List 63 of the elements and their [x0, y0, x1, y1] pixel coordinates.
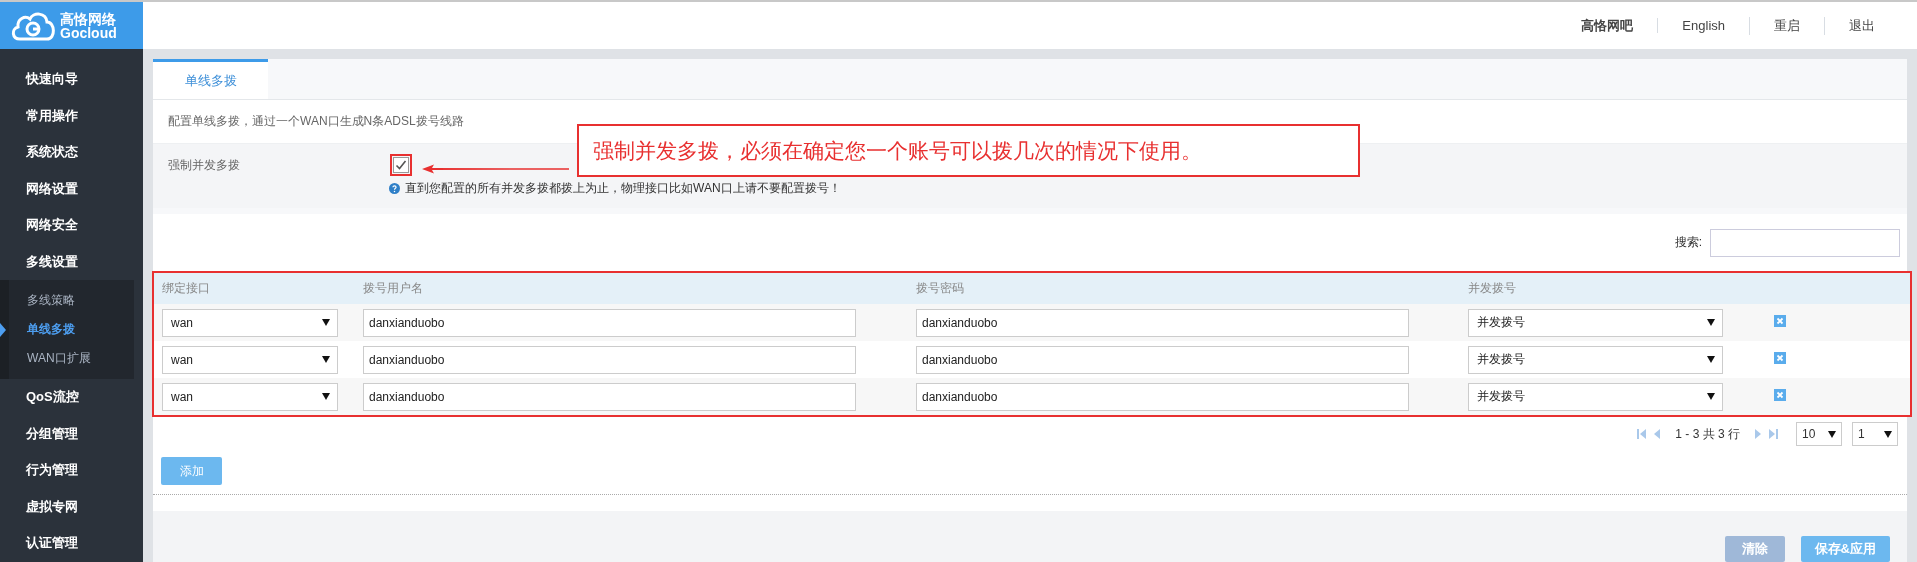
caret-icon	[322, 356, 330, 363]
header-link[interactable]: 重启	[1749, 16, 1824, 35]
logo-subtitle: Gocloud	[60, 25, 117, 40]
caret-icon	[1707, 356, 1715, 363]
dial-mode-select[interactable]: 并发拨号	[1468, 308, 1723, 337]
interface-select[interactable]: wan	[162, 382, 338, 411]
caret-icon	[1707, 319, 1715, 326]
interface-select[interactable]: wan	[162, 345, 338, 374]
column-header: 并发拨号	[1468, 280, 1517, 297]
last-page-icon[interactable]	[1769, 429, 1778, 439]
description-text: 配置单线多拨，通过一个WAN口生成N条ADSL拨号线路	[168, 113, 464, 130]
interface-select[interactable]: wan	[162, 308, 338, 337]
page-summary: 1 - 3 共 3 行	[1675, 425, 1740, 443]
page-select[interactable]: 1	[1852, 422, 1898, 446]
sidebar-item[interactable]: 系统状态	[0, 134, 143, 171]
annotation-callout: 强制并发多拨，必须在确定您一个账号可以拨几次的情况下使用。	[577, 124, 1360, 177]
caret-icon	[0, 323, 6, 337]
delete-icon[interactable]	[1774, 352, 1786, 364]
caret-icon	[1884, 430, 1892, 438]
dial-mode-select[interactable]: 并发拨号	[1468, 345, 1723, 374]
account-name[interactable]: 高恪网吧	[1557, 16, 1658, 35]
username-field[interactable]: danxianduobo	[363, 382, 856, 411]
submenu-item[interactable]: 多线策略	[9, 286, 134, 315]
password-field[interactable]: danxianduobo	[916, 308, 1409, 337]
sidebar-item[interactable]: 网络设置	[0, 170, 143, 207]
hint-text: 直到您配置的所有并发多拨都拨上为止，物理接口比如WAN口上请不要配置拨号！	[405, 180, 841, 197]
sidebar-item[interactable]: 认证管理	[0, 525, 143, 562]
page-size-select[interactable]: 10	[1796, 422, 1842, 446]
caret-icon	[322, 393, 330, 400]
tab[interactable]: 单线多拨	[153, 59, 268, 99]
password-field[interactable]: danxianduobo	[916, 345, 1409, 374]
column-header: 绑定接口	[162, 280, 211, 297]
field-label: 强制并发多拨	[168, 157, 241, 174]
previous-page-icon[interactable]	[1652, 429, 1662, 439]
sidebar-item[interactable]: 多线设置	[0, 243, 143, 280]
dial-mode-select[interactable]: 并发拨号	[1468, 382, 1723, 411]
column-header: 拨号密码	[916, 280, 965, 297]
sidebar-item[interactable]: 网络安全	[0, 207, 143, 244]
caret-icon	[1828, 430, 1836, 438]
caret-icon	[1707, 393, 1715, 400]
sidebar-item[interactable]: 分组管理	[0, 415, 143, 452]
logo-name: 高恪网络	[60, 11, 117, 26]
delete-icon[interactable]	[1774, 389, 1786, 401]
username-field[interactable]: danxianduobo	[363, 345, 856, 374]
help-icon	[389, 183, 400, 194]
password-field[interactable]: danxianduobo	[916, 382, 1409, 411]
sidebar-item[interactable]: QoS流控	[0, 379, 143, 416]
header-link[interactable]: 退出	[1824, 16, 1899, 35]
caret-icon	[322, 319, 330, 326]
submenu-item[interactable]: WAN口扩展	[9, 344, 134, 373]
first-page-icon[interactable]	[1637, 429, 1647, 439]
column-header: 拨号用户名	[363, 280, 424, 297]
sidebar-item[interactable]: 行为管理	[0, 452, 143, 489]
sidebar-item[interactable]: 快速向导	[0, 61, 143, 98]
search-field[interactable]	[1710, 228, 1900, 257]
delete-icon[interactable]	[1774, 315, 1786, 327]
header-link[interactable]: English	[1657, 18, 1749, 33]
sidebar-item[interactable]: 常用操作	[0, 97, 143, 134]
search-label: 搜索:	[1674, 234, 1702, 251]
sidebar-item[interactable]: 虚拟专网	[0, 488, 143, 525]
next-page-icon[interactable]	[1754, 429, 1763, 439]
submenu-item[interactable]: 单线多拨	[9, 315, 134, 344]
username-field[interactable]: danxianduobo	[363, 308, 856, 337]
